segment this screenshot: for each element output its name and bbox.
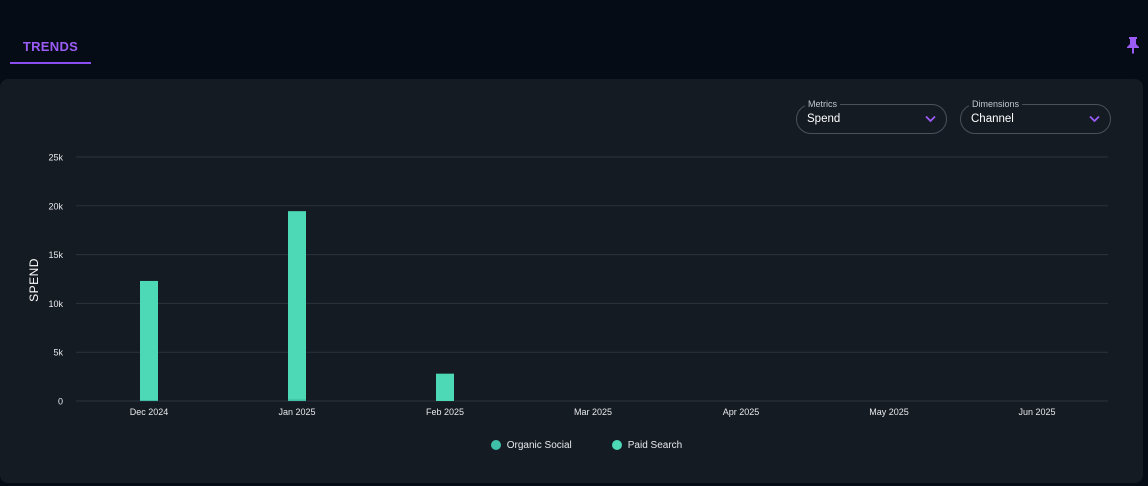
pin-icon[interactable] (1125, 36, 1141, 54)
x-tick-label: Jan 2025 (278, 407, 315, 417)
y-tick-label: 20k (48, 201, 63, 211)
bar-paid-search (288, 211, 306, 400)
legend-swatch-paid-search (611, 440, 622, 450)
y-tick-label: 10k (48, 299, 63, 309)
trends-panel: Metrics Spend Dimensions Channel SPEND 0… (0, 79, 1143, 483)
tab-trends[interactable]: TRENDS (10, 30, 91, 64)
bar-paid-search (436, 373, 454, 401)
y-tick-label: 15k (48, 250, 63, 260)
x-tick-label: Apr 2025 (723, 407, 760, 417)
legend-label-paid-search: Paid Search (627, 439, 683, 451)
x-tick-label: Feb 2025 (426, 407, 464, 417)
y-tick-label: 25k (48, 153, 63, 163)
y-tick-label: 0 (58, 397, 63, 407)
x-tick-label: Jun 2025 (1018, 407, 1055, 417)
legend-label-organic-social: Organic Social (506, 439, 572, 451)
legend-swatch-organic-social (490, 440, 501, 450)
x-tick-label: May 2025 (869, 407, 909, 417)
x-tick-label: Dec 2024 (130, 407, 169, 417)
spend-chart: 0 5k 10k 15k 20k 25k Dec 2024 Jan 2025 Feb 2025 M… (48, 153, 1108, 417)
bar-organic-social (140, 400, 158, 401)
legend-item-paid-search[interactable]: Paid Search (611, 437, 683, 453)
chart-legend: Organic Social Paid Search (0, 437, 1143, 453)
legend-item-organic-social[interactable]: Organic Social (490, 437, 572, 453)
tab-bar: TRENDS (0, 0, 1148, 70)
y-tick-label: 5k (53, 348, 63, 358)
bar-paid-search (140, 280, 158, 401)
bar-organic-social (288, 399, 306, 401)
x-tick-label: Mar 2025 (574, 407, 612, 417)
